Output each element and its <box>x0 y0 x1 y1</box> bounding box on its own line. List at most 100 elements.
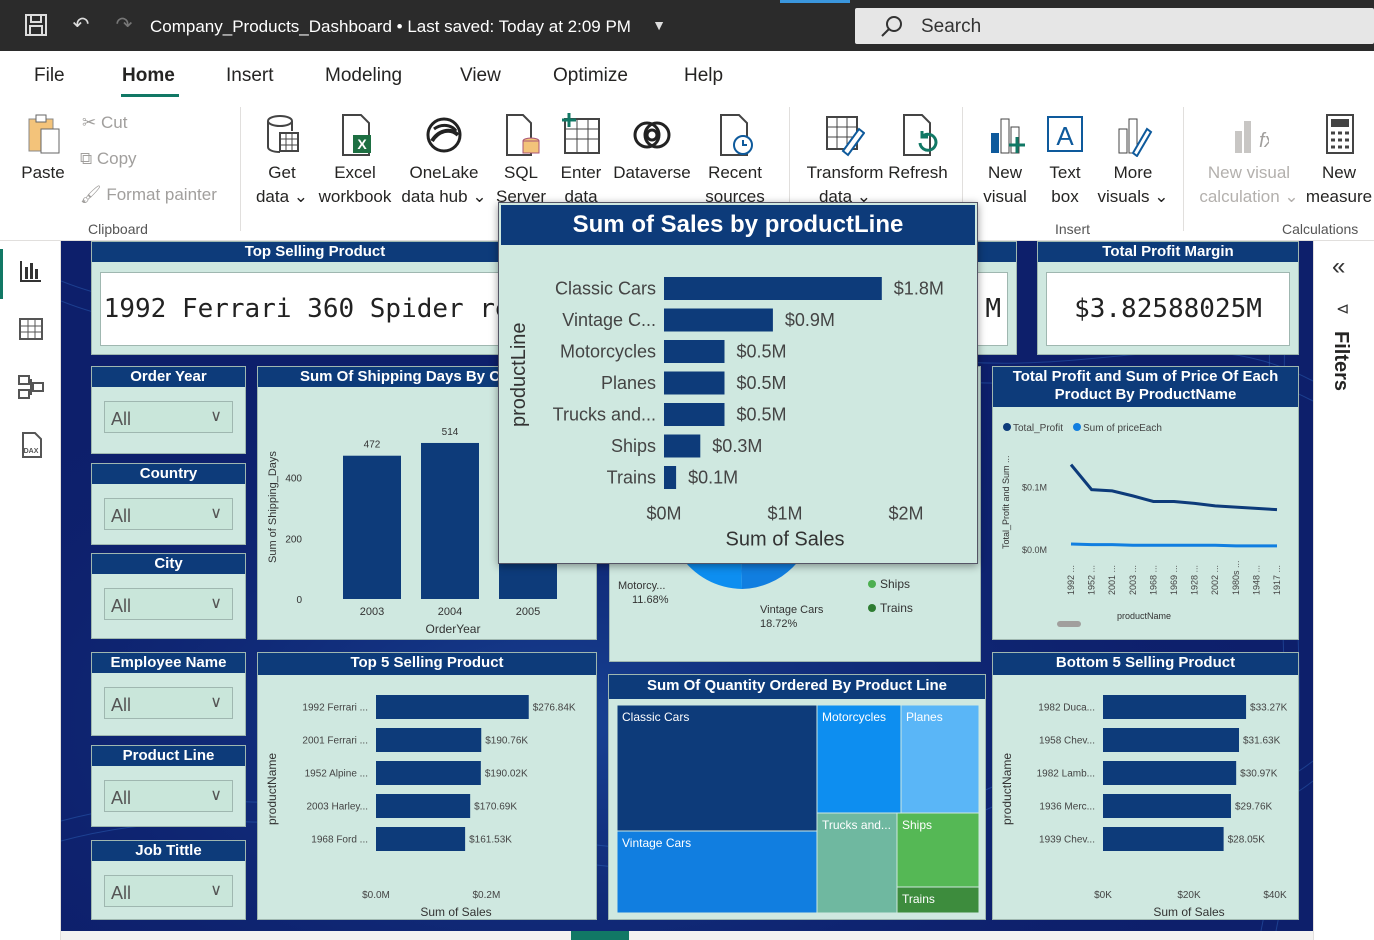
x-tick-label: $0.2M <box>473 890 501 901</box>
expand-icon[interactable]: « <box>1332 253 1345 281</box>
onelake-button[interactable]: OneLake data hub ⌄ <box>398 113 490 209</box>
slicer-dropdown[interactable]: All ∨ <box>104 780 233 812</box>
table-view-icon[interactable] <box>17 315 45 343</box>
total-profit-margin-card[interactable]: Total Profit Margin $3.82588025M <box>1037 241 1299 355</box>
document-title[interactable]: Company_Products_Dashboard • Last saved:… <box>150 17 631 37</box>
bar-0 <box>664 277 882 300</box>
tab-home[interactable]: Home <box>122 65 175 87</box>
bar-3 <box>376 794 471 818</box>
x-tick-label: 1928 ... <box>1190 565 1200 595</box>
format-painter-label: Format painter <box>106 185 217 204</box>
get-data-label-2: data ⌄ <box>255 187 309 206</box>
slicer-job-title[interactable]: Job Tittle All ∨ <box>91 840 246 920</box>
slicer-dropdown[interactable]: All ∨ <box>104 588 233 620</box>
x-tick-label: $20K <box>1177 890 1201 901</box>
enter-data-button[interactable]: Enter data <box>556 113 606 209</box>
y-tick-label: 1968 Ford ... <box>311 834 368 845</box>
excel-workbook-button[interactable]: X Excel workbook <box>313 113 397 209</box>
text-box-label: Text <box>1049 163 1081 182</box>
onelake-label: OneLake <box>409 163 479 182</box>
top-selling-product-card[interactable]: Top Selling Product 1992 Ferrari 360 Spi… <box>91 241 539 355</box>
active-page-tab[interactable] <box>571 931 629 940</box>
slicer-city[interactable]: City All ∨ <box>91 553 246 639</box>
tab-help[interactable]: Help <box>684 65 723 87</box>
slicer-country[interactable]: Country All ∨ <box>91 463 246 545</box>
visual-calc-label: New visual <box>1207 163 1291 182</box>
x-tick-label: $0K <box>1094 890 1112 901</box>
accent-strip <box>780 0 850 3</box>
dataverse-icon <box>633 121 671 149</box>
bottom-5-selling-chart[interactable]: Bottom 5 Selling Product 1982 Duca... $33… <box>992 652 1299 920</box>
refresh-button[interactable]: Refresh <box>888 113 948 185</box>
tab-optimize[interactable]: Optimize <box>553 65 628 87</box>
slicer-value: All <box>111 596 132 616</box>
slicer-dropdown[interactable]: All ∨ <box>104 687 233 719</box>
tab-insert[interactable]: Insert <box>226 65 274 87</box>
tab-view[interactable]: View <box>460 65 501 87</box>
text-box-button[interactable]: A Text box <box>1040 113 1090 209</box>
more-visuals-button[interactable]: More visuals ⌄ <box>1096 113 1170 209</box>
group-insert: Insert <box>1055 221 1091 237</box>
bar-5 <box>664 434 701 458</box>
svg-text:DAX: DAX <box>24 448 39 455</box>
recent-icon <box>720 114 753 156</box>
treemap-chart[interactable]: Sum Of Quantity Ordered By Product Line … <box>608 674 986 920</box>
search-box[interactable]: Search <box>855 8 1374 44</box>
slicer-dropdown[interactable]: All ∨ <box>104 498 233 530</box>
bar-2 <box>376 761 481 785</box>
get-data-button[interactable]: Get data ⌄ <box>254 113 310 209</box>
x-axis-title: Sum of Sales <box>1153 905 1224 919</box>
profit-line-chart[interactable]: Total Profit and Sum of Price Of Each Pro… <box>992 366 1299 640</box>
title-bar: ↶ ↷ Company_Products_Dashboard • Last sa… <box>0 0 1374 51</box>
slicer-employee-name[interactable]: Employee Name All ∨ <box>91 652 246 736</box>
calculator-icon <box>1326 114 1354 154</box>
legend-dot <box>1003 423 1011 431</box>
y-tick-label: $0.0M <box>1022 545 1047 555</box>
redo-icon[interactable]: ↷ <box>111 12 137 38</box>
chevron-down-icon[interactable]: ▼ <box>646 12 672 38</box>
data-label: $0.5M <box>737 405 787 425</box>
x-tick-label: 2003 <box>360 606 384 618</box>
data-label: $0.9M <box>785 310 835 330</box>
bar-2003 <box>343 455 401 599</box>
treemap-label-motorcycles: Motorcycles <box>822 710 886 724</box>
slicer-product-line[interactable]: Product Line All ∨ <box>91 745 246 827</box>
format-painter-button[interactable]: 🖌 Format painter <box>80 185 217 205</box>
report-view-icon[interactable] <box>17 257 45 285</box>
tab-file[interactable]: File <box>34 65 65 87</box>
y-tick-label: Ships <box>611 436 656 456</box>
slicer-order-year[interactable]: Order Year All ∨ <box>91 366 246 454</box>
chart-title-line2: Product By ProductName <box>1054 386 1237 403</box>
tooltip-title: Sum of Sales by productLine <box>501 205 975 245</box>
cut-button[interactable]: ✂ Cut <box>82 113 127 133</box>
transform-data-button[interactable]: Transform data ⌄ <box>803 113 887 209</box>
tab-modeling[interactable]: Modeling <box>325 65 402 87</box>
model-view-icon[interactable] <box>17 373 45 401</box>
slicer-value: All <box>111 506 132 526</box>
save-icon[interactable] <box>23 12 49 38</box>
y-tick-label: Trains <box>607 468 656 488</box>
undo-icon[interactable]: ↶ <box>68 12 94 38</box>
y-axis-title: Sum of Shipping_Days <box>267 451 279 563</box>
dataverse-button[interactable]: Dataverse <box>612 113 692 185</box>
x-axis-title: Sum of Sales <box>726 529 845 551</box>
slicer-dropdown[interactable]: All ∨ <box>104 875 233 907</box>
copy-button[interactable]: ⧉ Copy <box>80 149 137 169</box>
slicer-dropdown[interactable]: All ∨ <box>104 401 233 433</box>
new-visual-button[interactable]: New visual <box>978 113 1032 209</box>
legend-dot-trains <box>868 604 876 612</box>
y-axis-title: Total_Profit and Sum ... <box>1001 455 1011 549</box>
data-label: $31.63K <box>1243 735 1281 746</box>
chart-title: Sum Of Quantity Ordered By Product Line <box>609 675 985 699</box>
new-measure-button[interactable]: New measure <box>1304 113 1374 209</box>
paste-button[interactable]: Paste <box>18 113 68 185</box>
slicer-title: Product Line <box>92 746 245 766</box>
new-visual-calculation-button[interactable]: fx New visual calculation ⌄ <box>1196 113 1302 209</box>
filters-pane-collapsed[interactable]: « ⊲ Filters <box>1313 241 1374 940</box>
chart-title: Bottom 5 Selling Product <box>993 653 1298 675</box>
treemap-label-trucks: Trucks and... <box>822 818 891 832</box>
dax-query-view-icon[interactable]: DAX <box>17 431 45 459</box>
top-5-selling-chart[interactable]: Top 5 Selling Product 1992 Ferrari ... $2… <box>257 652 597 920</box>
chart-title: Total Profit and Sum of Price Of Each Pro… <box>993 367 1298 407</box>
sql-server-button[interactable]: SQL Server <box>496 113 546 209</box>
